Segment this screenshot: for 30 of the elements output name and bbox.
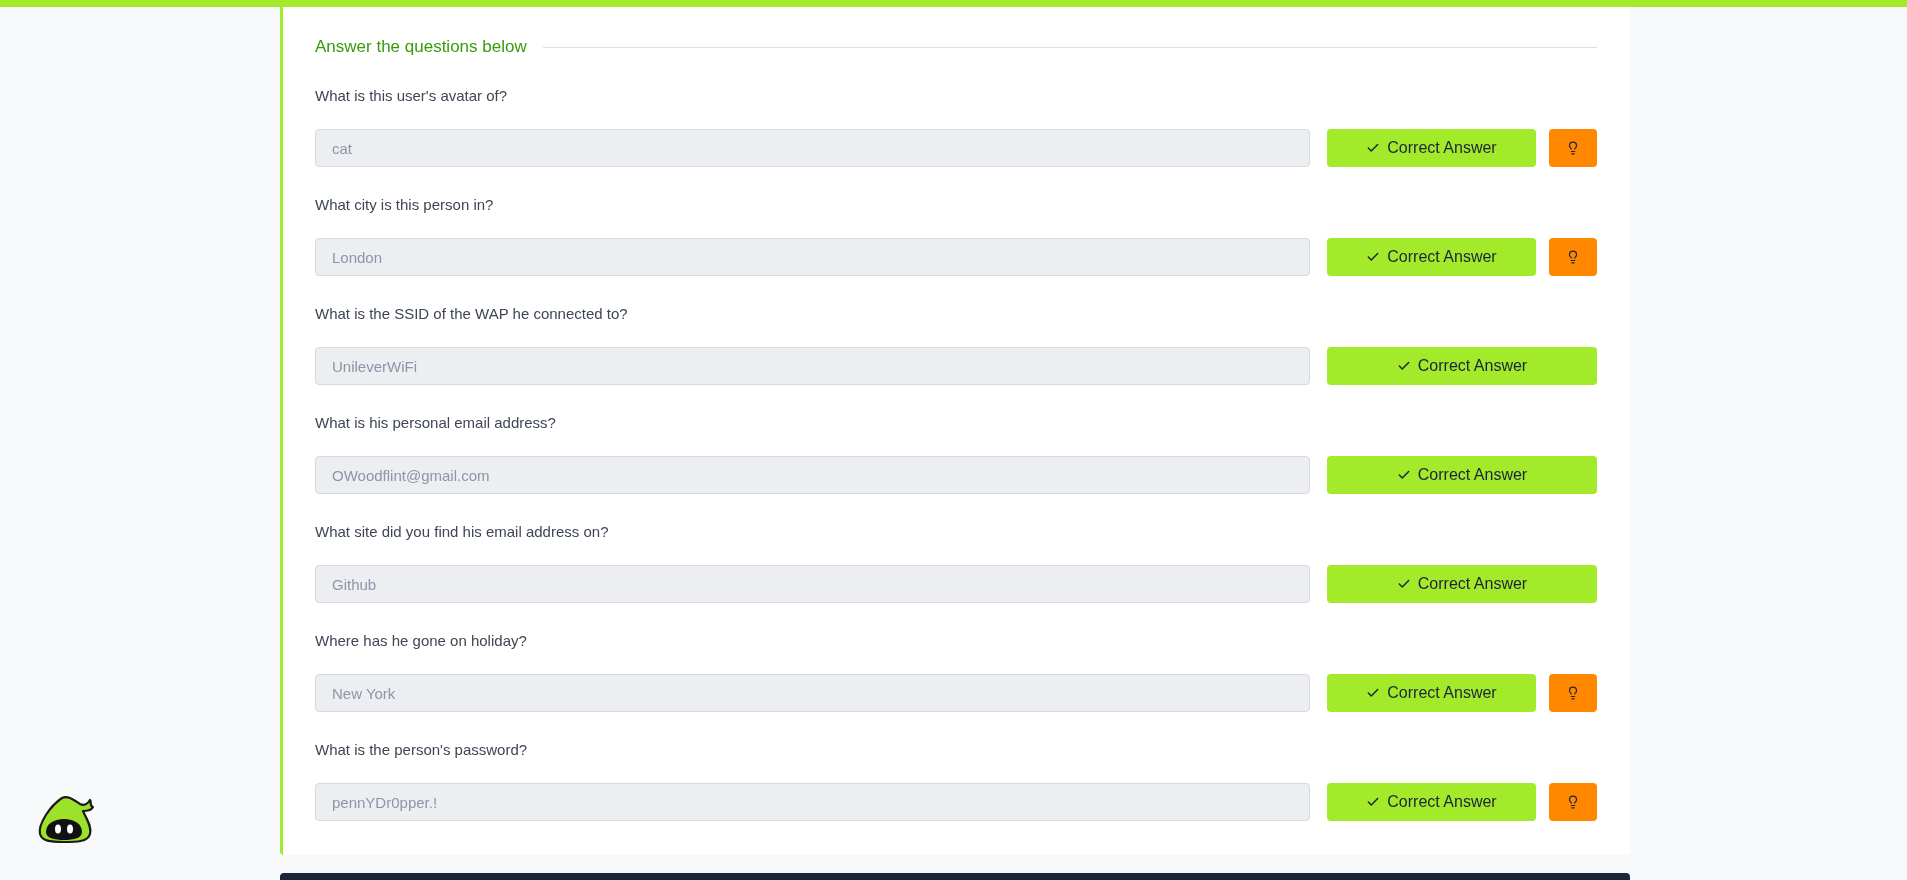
lightbulb-icon bbox=[1566, 250, 1580, 264]
correct-answer-button[interactable]: Correct Answer bbox=[1327, 565, 1597, 603]
hint-button[interactable] bbox=[1549, 238, 1597, 276]
check-icon bbox=[1366, 141, 1381, 155]
section-heading: Answer the questions below bbox=[315, 36, 527, 58]
correct-answer-button[interactable]: Correct Answer bbox=[1327, 129, 1536, 167]
question-text: What city is this person in? bbox=[315, 195, 495, 215]
check-icon bbox=[1366, 686, 1381, 700]
check-icon bbox=[1396, 359, 1411, 373]
check-icon bbox=[1396, 577, 1411, 591]
question-text: Where has he gone on holiday? bbox=[315, 631, 528, 651]
question-text: What is the SSID of the WAP he connected to? bbox=[315, 304, 629, 324]
check-icon bbox=[1366, 795, 1381, 809]
lightbulb-icon bbox=[1566, 686, 1580, 700]
check-icon bbox=[1396, 468, 1411, 482]
lightbulb-icon bbox=[1566, 795, 1580, 809]
correct-answer-button[interactable]: Correct Answer bbox=[1327, 783, 1536, 821]
correct-answer-button[interactable]: Correct Answer bbox=[1327, 347, 1597, 385]
question-text: What is this user's avatar of? bbox=[315, 86, 509, 106]
correct-answer-button[interactable]: Correct Answer bbox=[1327, 456, 1597, 494]
lightbulb-icon bbox=[1566, 141, 1580, 155]
hint-button[interactable] bbox=[1549, 674, 1597, 712]
question-text: What site did you find his email address on? bbox=[315, 522, 610, 542]
correct-answer-button[interactable]: Correct Answer bbox=[1327, 674, 1536, 712]
check-icon bbox=[1366, 250, 1381, 264]
hint-button[interactable] bbox=[1549, 783, 1597, 821]
question-text: What is the person's password? bbox=[315, 740, 529, 760]
correct-answer-button[interactable]: Correct Answer bbox=[1327, 238, 1536, 276]
question-text: What is his personal email address? bbox=[315, 413, 557, 433]
hint-button[interactable] bbox=[1549, 129, 1597, 167]
